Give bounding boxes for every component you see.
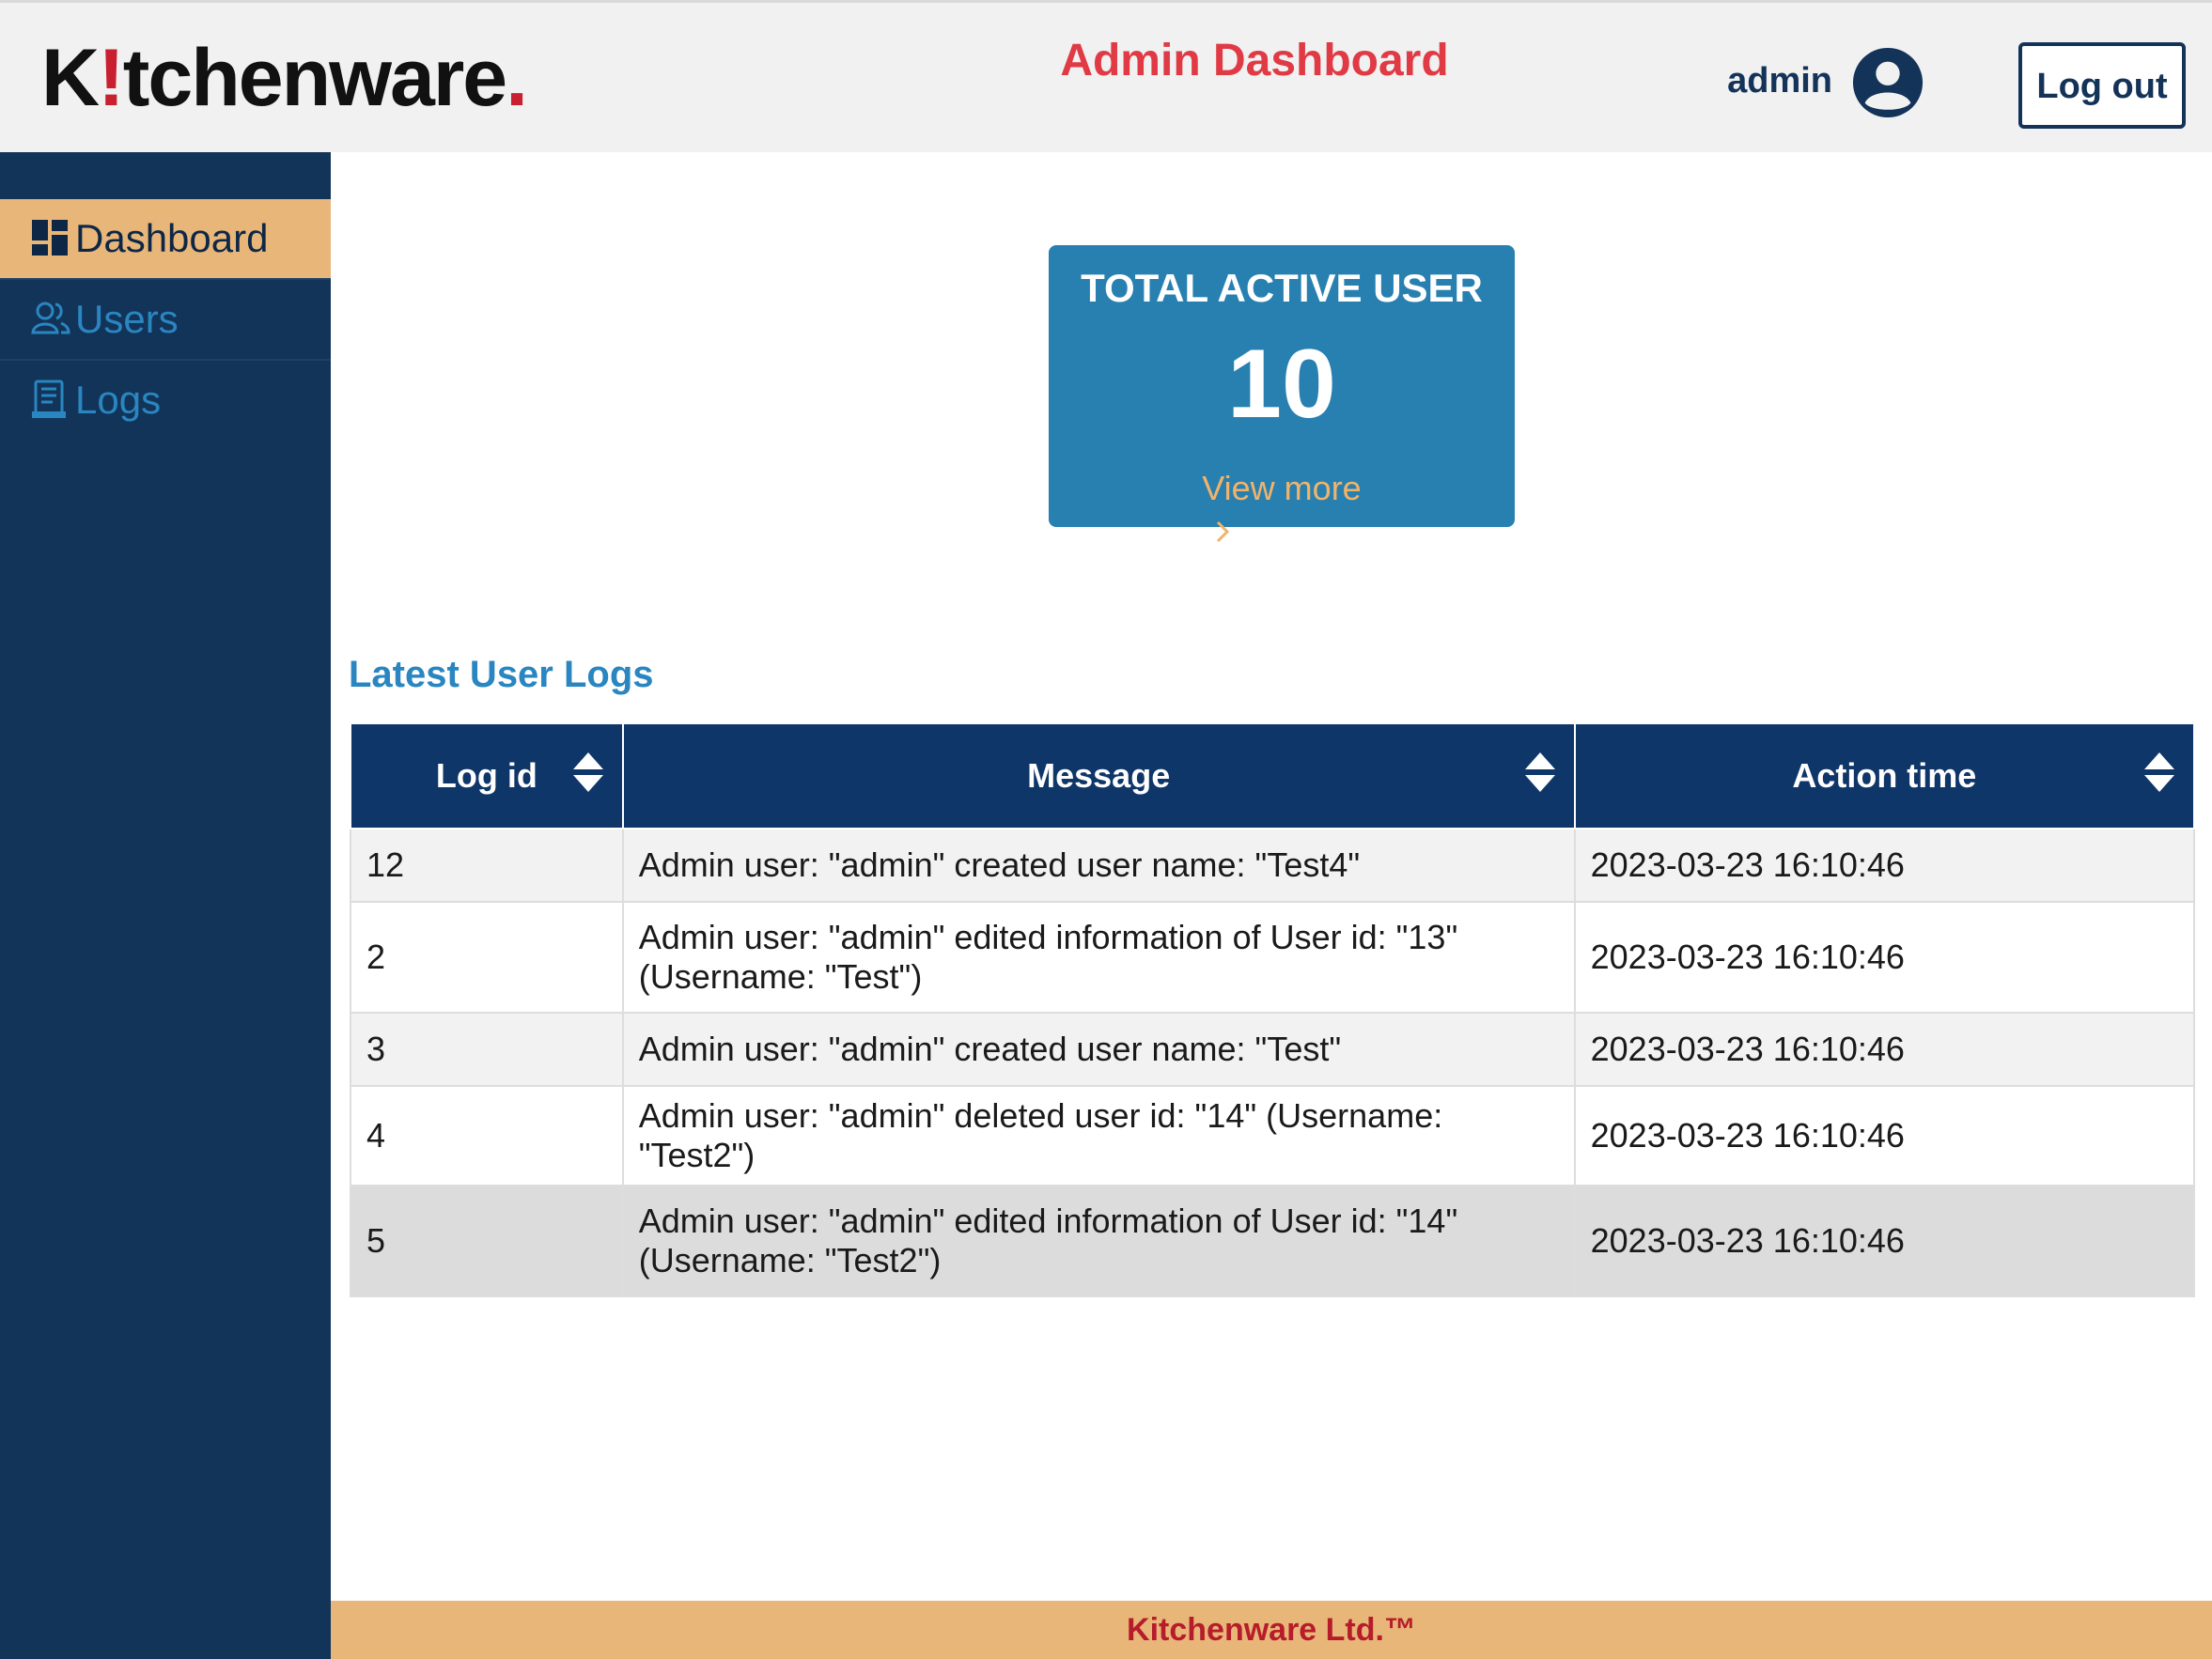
table-row[interactable]: 5 Admin user: "admin" edited information… bbox=[350, 1185, 2196, 1297]
kitchenware-logo[interactable]: K!tchenware. bbox=[41, 31, 528, 125]
column-header-message[interactable]: Message bbox=[621, 722, 1576, 830]
logo-dot: . bbox=[506, 33, 528, 123]
users-icon bbox=[31, 302, 70, 334]
logo-exclamation: ! bbox=[98, 33, 125, 123]
user-logs-table: Log id Message Action time 12 Admin user… bbox=[350, 722, 2196, 1297]
column-header-action-time[interactable]: Action time bbox=[1573, 722, 2196, 830]
logo-letter-k: K bbox=[41, 33, 100, 123]
stat-card-title: TOTAL ACTIVE USER bbox=[1081, 266, 1483, 310]
cell-log-id: 4 bbox=[350, 1085, 624, 1186]
cell-action-time: 2023-03-23 16:10:46 bbox=[1573, 901, 2196, 1014]
cell-log-id: 5 bbox=[350, 1185, 624, 1297]
cell-message: Admin user: "admin" created user name: "… bbox=[621, 1012, 1576, 1087]
logs-icon bbox=[32, 380, 66, 418]
logo-text: tchenware bbox=[122, 33, 507, 123]
cell-log-id: 2 bbox=[350, 901, 624, 1014]
current-username: admin bbox=[1727, 61, 1832, 101]
sidebar-item-users[interactable]: Users bbox=[0, 280, 331, 359]
user-avatar-icon[interactable] bbox=[1851, 46, 1924, 119]
logout-button[interactable]: Log out bbox=[2018, 42, 2186, 129]
cell-action-time: 2023-03-23 16:10:46 bbox=[1573, 828, 2196, 903]
table-row[interactable]: 4 Admin user: "admin" deleted user id: "… bbox=[350, 1085, 2196, 1186]
sidebar: Dashboard Users Logs bbox=[0, 152, 331, 1659]
column-header-label: Message bbox=[1027, 756, 1171, 795]
sort-icon[interactable] bbox=[1523, 751, 1557, 794]
column-header-label: Log id bbox=[435, 756, 537, 795]
page-title: Admin Dashboard bbox=[1060, 36, 1449, 85]
column-header-label: Action time bbox=[1792, 756, 1977, 795]
sort-icon[interactable] bbox=[2142, 751, 2176, 794]
sidebar-item-label: Users bbox=[75, 297, 179, 341]
stat-card-value: 10 bbox=[1227, 330, 1336, 439]
section-title: Latest User Logs bbox=[349, 654, 654, 695]
cell-message: Admin user: "admin" edited information o… bbox=[621, 1185, 1576, 1297]
table-row[interactable]: 12 Admin user: "admin" created user name… bbox=[350, 828, 2196, 903]
cell-message: Admin user: "admin" edited information o… bbox=[621, 901, 1576, 1014]
sidebar-item-logs[interactable]: Logs bbox=[0, 361, 331, 440]
cell-action-time: 2023-03-23 16:10:46 bbox=[1573, 1185, 2196, 1297]
sidebar-item-dashboard[interactable]: Dashboard bbox=[0, 199, 331, 278]
cell-log-id: 12 bbox=[350, 828, 624, 903]
table-row[interactable]: 3 Admin user: "admin" created user name:… bbox=[350, 1012, 2196, 1087]
dashboard-icon bbox=[32, 220, 68, 256]
table-row[interactable]: 2 Admin user: "admin" edited information… bbox=[350, 901, 2196, 1014]
footer: Kitchenware Ltd.™ bbox=[331, 1601, 2212, 1659]
table-header-row: Log id Message Action time bbox=[350, 722, 2196, 830]
cell-message: Admin user: "admin" deleted user id: "14… bbox=[621, 1085, 1576, 1186]
sidebar-item-label: Dashboard bbox=[75, 216, 269, 260]
chevron-right-icon[interactable] bbox=[1212, 519, 1235, 545]
sort-icon[interactable] bbox=[571, 751, 605, 794]
top-header: K!tchenware. Admin Dashboard admin Log o… bbox=[0, 0, 2212, 152]
column-header-log-id[interactable]: Log id bbox=[350, 722, 624, 830]
view-more-link[interactable]: View more bbox=[1049, 469, 1515, 508]
sidebar-item-label: Logs bbox=[75, 378, 162, 422]
cell-action-time: 2023-03-23 16:10:46 bbox=[1573, 1085, 2196, 1186]
cell-action-time: 2023-03-23 16:10:46 bbox=[1573, 1012, 2196, 1087]
total-active-user-card: TOTAL ACTIVE USER 10 View more bbox=[1049, 245, 1515, 527]
cell-message: Admin user: "admin" created user name: "… bbox=[621, 828, 1576, 903]
cell-log-id: 3 bbox=[350, 1012, 624, 1087]
